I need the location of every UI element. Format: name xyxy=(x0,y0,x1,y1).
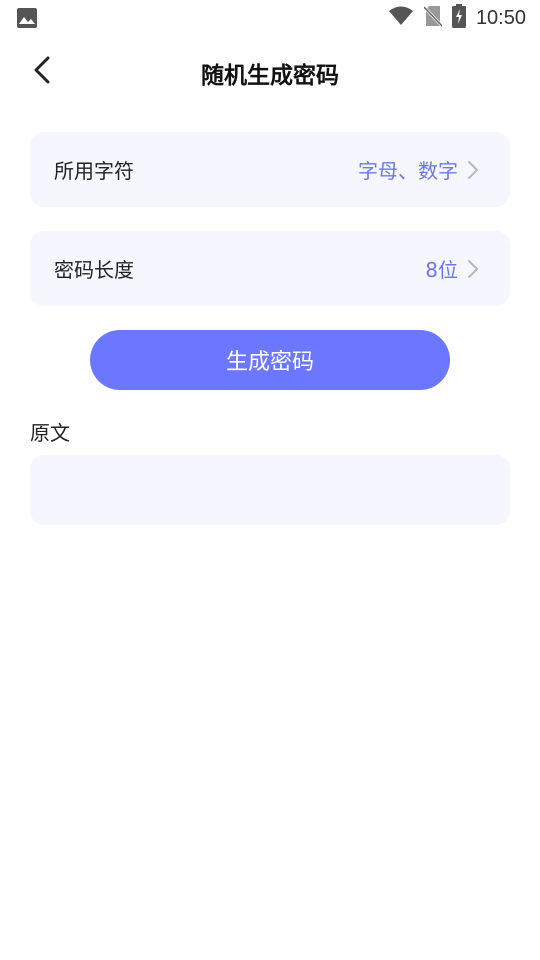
status-bar: 10:50 xyxy=(0,0,540,36)
no-sim-icon xyxy=(422,5,444,31)
setting-label: 密码长度 xyxy=(54,258,134,282)
chevron-right-icon xyxy=(466,259,480,279)
app-bar: 随机生成密码 xyxy=(0,40,540,104)
setting-label: 所用字符 xyxy=(54,159,134,183)
page-title: 随机生成密码 xyxy=(201,63,339,89)
output-field[interactable] xyxy=(30,455,510,525)
chevron-right-icon xyxy=(466,160,480,180)
status-time: 10:50 xyxy=(475,6,526,29)
battery-charging-icon xyxy=(451,4,466,32)
setting-value: 8位 xyxy=(425,258,458,282)
wifi-icon xyxy=(388,6,414,30)
generate-password-button[interactable]: 生成密码 xyxy=(90,330,450,390)
image-icon xyxy=(16,7,38,29)
setting-characters[interactable]: 所用字符 字母、数字 xyxy=(30,132,510,207)
output-label: 原文 xyxy=(30,421,70,445)
setting-password-length[interactable]: 密码长度 8位 xyxy=(30,231,510,306)
setting-value: 字母、数字 xyxy=(358,159,458,183)
